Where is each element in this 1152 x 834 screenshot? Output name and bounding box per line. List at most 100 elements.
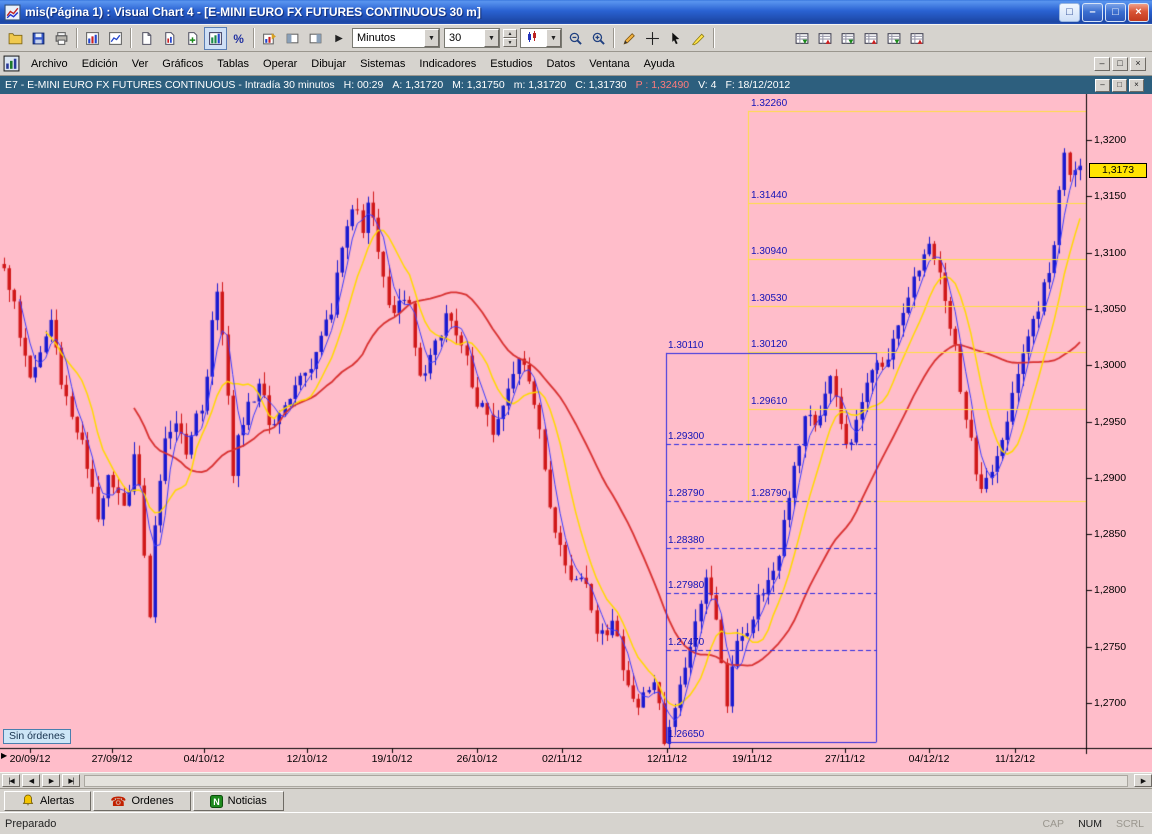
menu-item-11[interactable]: Ventana (582, 54, 636, 74)
status-text: Preparado (5, 818, 56, 830)
menu-item-8[interactable]: Indicadores (412, 54, 483, 74)
pointer-button[interactable] (664, 27, 687, 50)
menu-item-3[interactable]: Gráficos (155, 54, 210, 74)
interval-spinner-down[interactable]: ▼ (503, 38, 517, 47)
chart-window-button[interactable] (104, 27, 127, 50)
orders-table-button[interactable] (790, 27, 813, 50)
arrow-r-icon (331, 31, 346, 46)
status-key-cap: CAP (1042, 818, 1064, 830)
title-buttons: □–□× (1059, 3, 1149, 22)
chart-window-controls: –□× (1095, 79, 1147, 92)
marker-button[interactable] (687, 27, 710, 50)
price-tick-label: 1,2800 (1094, 584, 1126, 596)
insert-chart-icon (262, 31, 277, 46)
chart-header-bar: E7 - E-MINI EURO FX FUTURES CONTINUOUS -… (0, 76, 1152, 94)
scroll-right-button[interactable]: ▶ (1134, 774, 1152, 787)
menu-item-6[interactable]: Dibujar (304, 54, 353, 74)
fib-level-label: 1.31440 (751, 190, 787, 201)
chart-header-segment-0: E7 - E-MINI EURO FX FUTURES CONTINUOUS -… (5, 79, 335, 91)
menu-item-12[interactable]: Ayuda (637, 54, 682, 74)
new-page-button[interactable] (135, 27, 158, 50)
page-chart-button[interactable] (158, 27, 181, 50)
print-button[interactable] (50, 27, 73, 50)
compress-left-button[interactable] (281, 27, 304, 50)
tool-level-label: 1.29300 (668, 431, 704, 442)
date-tick-label: 11/12/12 (995, 753, 1035, 765)
table-red-icon (909, 31, 925, 46)
draw-indicator-button[interactable] (618, 27, 641, 50)
add-page-button[interactable] (181, 27, 204, 50)
menu-item-7[interactable]: Sistemas (353, 54, 412, 74)
page-restore-button[interactable]: □ (1059, 3, 1080, 22)
interval-spinner-up[interactable]: ▲ (503, 29, 517, 38)
chevron-down-icon[interactable]: ▼ (546, 29, 561, 47)
menu-items: ArchivoEdiciónVerGráficosTablasOperarDib… (24, 54, 1094, 74)
zoom-out-button[interactable] (564, 27, 587, 50)
new-chart-button[interactable] (81, 27, 104, 50)
timeframe-combo[interactable]: Minutos▼ (352, 28, 440, 48)
chart-document-icon (3, 55, 20, 72)
date-tick-label: 19/11/12 (732, 753, 772, 765)
status-keys: CAPNUMSCRL (1042, 818, 1144, 830)
chart-header-info: E7 - E-MINI EURO FX FUTURES CONTINUOUS -… (5, 79, 1095, 91)
insert-symbol-button[interactable] (258, 27, 281, 50)
menu-item-10[interactable]: Datos (539, 54, 582, 74)
timeframe-combo-value: Minutos (357, 32, 424, 44)
crosshair-icon (645, 31, 660, 46)
menu-item-9[interactable]: Estudios (483, 54, 539, 74)
interval-combo-value: 30 (449, 32, 484, 44)
chart-minimize-button[interactable]: – (1095, 79, 1110, 92)
tab-ordenes[interactable]: ☎Ordenes (93, 791, 190, 811)
child-restore-button[interactable]: □ (1112, 57, 1128, 71)
crosshair-button[interactable] (641, 27, 664, 50)
menu-item-0[interactable]: Archivo (24, 54, 75, 74)
fib-level-label: 1.30120 (751, 339, 787, 350)
close-button[interactable]: × (1128, 3, 1149, 22)
menu-item-1[interactable]: Edición (75, 54, 125, 74)
date-tick-label: 04/12/12 (909, 753, 950, 765)
tool-level-label: 1.30110 (668, 340, 703, 351)
menu-item-5[interactable]: Operar (256, 54, 304, 74)
minimize-button[interactable]: – (1082, 3, 1103, 22)
positions-table-button[interactable] (813, 27, 836, 50)
chart-restore-button[interactable]: □ (1112, 79, 1127, 92)
percent-scale-button[interactable]: % (227, 27, 250, 50)
save-button[interactable] (27, 27, 50, 50)
shift-right-button[interactable] (327, 27, 350, 50)
toolbar-separator (76, 28, 78, 48)
zoom-in-button[interactable] (587, 27, 610, 50)
chart-close-button[interactable]: × (1129, 79, 1144, 92)
chart-header-segment-6: P : 1,32490 (636, 79, 690, 91)
open-button[interactable] (4, 27, 27, 50)
restore-button[interactable]: □ (1105, 3, 1126, 22)
chart-style-combo[interactable]: ▼ (520, 28, 562, 48)
scroll-right: ▶ (1132, 774, 1152, 787)
menu-item-4[interactable]: Tablas (210, 54, 256, 74)
price-tick-label: 1,3050 (1094, 303, 1126, 315)
interval-combo[interactable]: 30▼ (444, 28, 500, 48)
filled-orders-table-button[interactable] (836, 27, 859, 50)
child-close-button[interactable]: × (1130, 57, 1146, 71)
menu-bar: ArchivoEdiciónVerGráficosTablasOperarDib… (0, 52, 1152, 76)
first-bar-button[interactable]: |◀ (2, 774, 20, 787)
last-bar-button[interactable]: ▶| (62, 774, 80, 787)
split-l-icon (285, 31, 300, 46)
tab-noticias[interactable]: NNoticias (193, 791, 284, 811)
menu-item-2[interactable]: Ver (125, 54, 156, 74)
chart-type-button[interactable] (204, 27, 227, 50)
compress-right-button[interactable] (304, 27, 327, 50)
next-bar-button[interactable]: ▶ (42, 774, 60, 787)
scroll-track[interactable] (84, 775, 1128, 787)
svg-text:%: % (233, 32, 244, 45)
table-green-icon (886, 31, 902, 46)
account-table-button[interactable] (859, 27, 882, 50)
portfolio-table-button[interactable] (882, 27, 905, 50)
trades-table-button[interactable] (905, 27, 928, 50)
toolbar-separator (713, 28, 715, 48)
chevron-down-icon[interactable]: ▼ (424, 29, 439, 47)
table-red-icon (863, 31, 879, 46)
child-minimize-button[interactable]: – (1094, 57, 1110, 71)
tab-alertas[interactable]: Alertas (4, 791, 91, 811)
chevron-down-icon[interactable]: ▼ (484, 29, 499, 47)
prev-bar-button[interactable]: ◀ (22, 774, 40, 787)
